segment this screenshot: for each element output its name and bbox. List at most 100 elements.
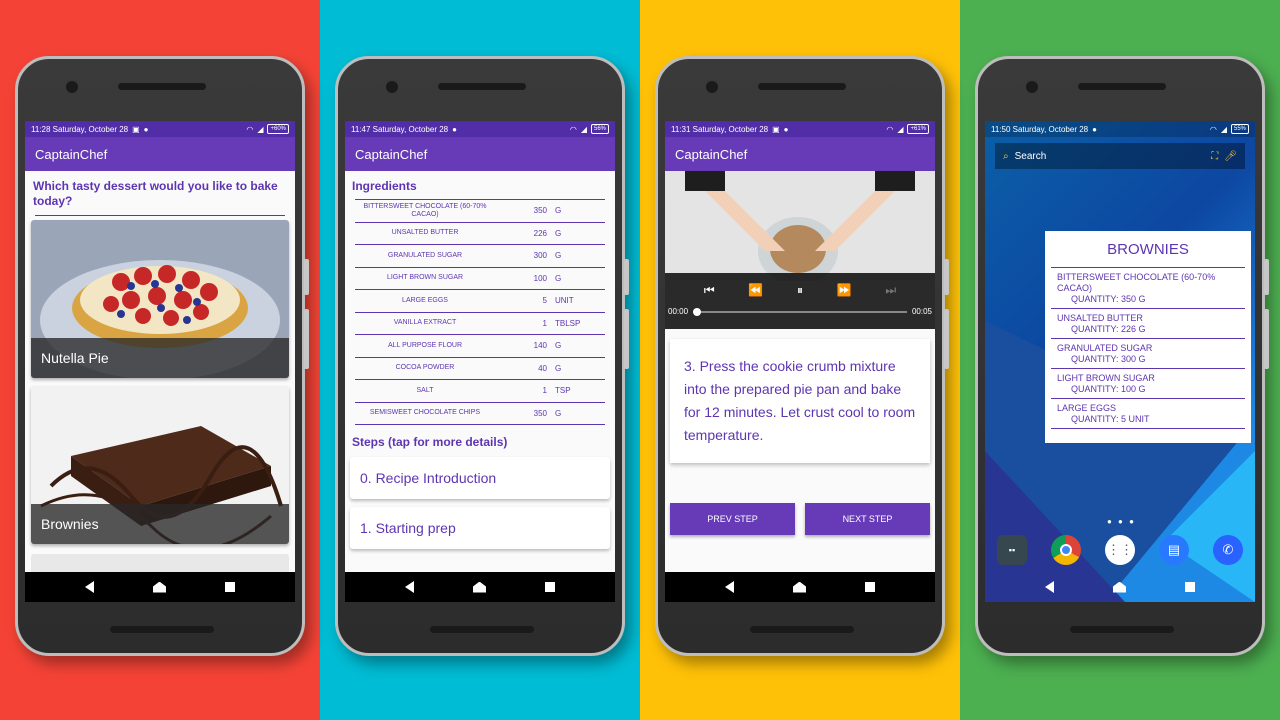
earpiece-speaker [438,83,526,90]
phone-recipe-list: 11:28 Saturday, October 28 ▣ ● ◠ ◢ +60% … [15,56,309,656]
widget-title: BROWNIES [1107,241,1189,258]
ingredient-unit: G [555,363,562,373]
widget-item-name: BITTERSWEET CHOCOLATE (60-70% CACAO) [1057,272,1216,293]
search-label: Search [1014,150,1047,162]
scan-icon[interactable]: ⛶ [1211,151,1218,162]
ingredient-row: BITTERSWEET CHOCOLATE (60-70% CACAO) 350 G [355,200,605,223]
status-bar: 11:47 Saturday, October 28 ● ◠ ◢ 56% [345,121,615,137]
ingredient-qty: 140 [533,341,547,351]
skip-previous-icon[interactable]: ⏮ [704,283,715,298]
home-icon[interactable] [152,581,166,593]
recents-icon[interactable] [1185,582,1196,592]
back-icon[interactable] [1044,581,1054,593]
ingredient-name: ALL PURPOSE FLOUR [387,341,463,349]
back-icon[interactable] [724,581,734,593]
prev-step-button[interactable]: PREV STEP [670,503,795,535]
recents-icon[interactable] [225,582,236,592]
wifi-icon: ◠ [246,124,254,134]
widget-item-name: LIGHT BROWN SUGAR [1057,373,1155,383]
battery-indicator: 55% [1230,124,1249,134]
ingredient-row: LIGHT BROWN SUGAR 100 G [355,268,605,290]
chrome-icon[interactable] [1051,535,1081,565]
video-frame [665,171,935,285]
ingredient-name: VANILLA EXTRACT [393,319,457,327]
power-button [304,259,309,295]
steps-title: Steps (tap for more details) [352,435,508,449]
front-camera [706,81,718,93]
messages-icon[interactable]: ▤ [1159,535,1189,565]
navigation-bar [985,572,1255,602]
ingredients-widget[interactable]: BROWNIES BITTERSWEET CHOCOLATE (60-70% C… [1045,231,1251,443]
status-time: 11:47 Saturday, October 28 [351,124,449,134]
seek-knob[interactable] [693,307,702,316]
front-camera [386,81,398,93]
ingredient-unit: TBLSP [555,318,581,328]
navigation-bar [25,572,295,602]
next-step-button[interactable]: NEXT STEP [805,503,930,535]
seek-bar[interactable] [693,307,907,316]
step-description: 3. Press the cookie crumb mixture into t… [670,339,930,463]
ingredient-name: SEMISWEET CHOCOLATE CHIPS [369,409,481,417]
status-bar: 11:50 Saturday, October 28 ● ◠ ◢ 55% [985,121,1255,137]
ingredient-qty: 1 [542,386,547,396]
ingredient-qty: 1 [542,318,547,328]
front-camera [66,81,78,93]
battery-indicator: 56% [590,124,609,134]
home-icon[interactable] [1112,581,1126,593]
rewind-icon[interactable]: ⏪ [748,283,763,297]
screen: 11:28 Saturday, October 28 ▣ ● ◠ ◢ +60% … [25,121,295,602]
ingredient-row: SALT 1 TSP [355,380,605,403]
ingredients-table: BITTERSWEET CHOCOLATE (60-70% CACAO) 350 G… [355,199,605,425]
signal-icon: ◢ [257,124,264,134]
step-label: 0. Recipe Introduction [360,470,497,486]
status-time: 11:28 Saturday, October 28 [31,124,129,134]
android-icon: ● [783,124,789,134]
widget-item-qty: QUANTITY: 226 G [1071,324,1146,334]
android-icon: ● [143,124,149,134]
home-icon[interactable] [472,581,486,593]
ingredient-unit: G [555,408,562,418]
screen: 11:31 Saturday, October 28 ▣ ● ◠ ◢ +61% … [665,121,935,602]
folder-icon[interactable]: ▪▪ [997,535,1027,565]
ingredient-unit: G [555,206,562,216]
search-bar[interactable]: ⌕ Search ⛶ 🎤︎ [995,143,1245,169]
pause-icon[interactable]: ⏸ [797,283,803,298]
time-total: 00:05 [911,307,932,316]
status-time: 11:31 Saturday, October 28 [671,124,769,134]
phone-home-widget: 11:50 Saturday, October 28 ● ◠ ◢ 55% ⌕ S… [975,56,1269,656]
wifi-icon: ◠ [1209,124,1217,134]
ingredient-qty: 5 [542,296,547,306]
ingredient-row: UNSALTED BUTTER 226 G [355,223,605,245]
recents-icon[interactable] [545,582,556,592]
ingredient-qty: 40 [538,363,547,373]
mic-icon[interactable]: 🎤︎ [1224,151,1237,162]
screen: 11:50 Saturday, October 28 ● ◠ ◢ 55% ⌕ S… [985,121,1255,602]
step-card-starting-prep[interactable]: 1. Starting prep [350,507,610,549]
recipe-card-nutella-pie[interactable]: Nutella Pie [31,220,289,378]
app-bar: CaptainChef [665,137,935,171]
home-icon[interactable] [792,581,806,593]
video-player[interactable]: ⏮ ⏪ ⏸ ⏩ ⏭ 00:00 00:05 [665,171,935,329]
ingredient-name: LARGE EGGS [402,296,448,304]
ingredient-unit: G [555,228,562,238]
ingredient-qty: 350 [533,206,547,216]
widget-item-name: LARGE EGGS [1057,403,1117,413]
skip-next-icon[interactable]: ⏭ [885,283,896,298]
volume-button [944,309,949,369]
fast-forward-icon[interactable]: ⏩ [837,283,852,297]
phone-icon[interactable]: ✆ [1213,535,1243,565]
recipe-card-brownies[interactable]: Brownies [31,386,289,544]
app-drawer-icon[interactable]: ⋮⋮ [1105,535,1135,565]
recipe-card-partial[interactable] [31,554,289,574]
ingredient-qty: 100 [533,273,547,283]
dessert-question: Which tasty dessert would you like to ba… [33,179,278,208]
widget-item: LIGHT BROWN SUGAR QUANTITY: 100 G [1051,369,1245,399]
step-card-intro[interactable]: 0. Recipe Introduction [350,457,610,499]
widget-item-qty: QUANTITY: 300 G [1071,354,1146,364]
power-button [624,259,629,295]
wifi-icon: ◠ [886,124,894,134]
back-icon[interactable] [404,581,414,593]
ingredient-row: SEMISWEET CHOCOLATE CHIPS 350 G [355,403,605,425]
back-icon[interactable] [84,581,94,593]
recents-icon[interactable] [865,582,876,592]
